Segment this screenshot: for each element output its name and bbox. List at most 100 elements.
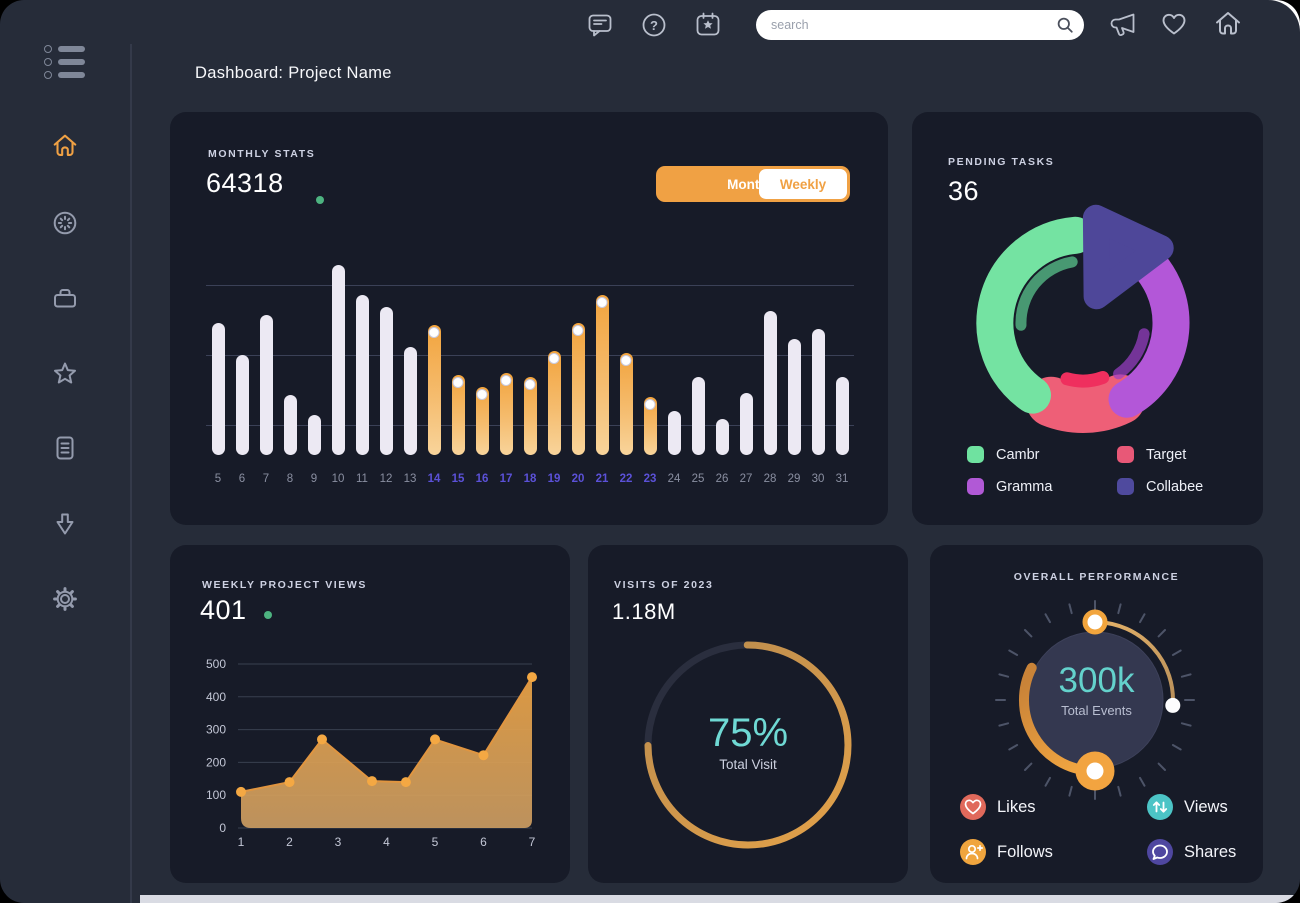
period-toggle: Monthly Weekly — [656, 166, 850, 202]
bar-slot — [758, 262, 782, 455]
bar-day-21 — [596, 295, 609, 455]
bar-dot — [429, 327, 440, 338]
legend-item: Collabee — [1117, 478, 1203, 495]
bar-day-6 — [236, 355, 249, 455]
bar-day-23 — [644, 397, 657, 455]
bar-day-30 — [812, 329, 825, 455]
legend-label: Cambr — [996, 447, 1040, 463]
legend-label: Follows — [997, 843, 1053, 862]
legend-item-shares: Shares — [1147, 839, 1236, 865]
legend-item: Gramma — [967, 478, 1052, 495]
bar-day-8 — [284, 395, 297, 455]
bar-slot — [590, 262, 614, 455]
bar-x-label: 20 — [566, 473, 590, 485]
status-dot — [264, 611, 272, 619]
menu-list-icon[interactable] — [44, 45, 85, 79]
heart-icon[interactable] — [1159, 9, 1189, 39]
status-dot — [316, 196, 324, 204]
bar-day-10 — [332, 265, 345, 455]
bar-slot — [710, 262, 734, 455]
bar-day-22 — [620, 353, 633, 455]
bar-x-label: 15 — [446, 473, 470, 485]
bar-x-label: 22 — [614, 473, 638, 485]
sidebar-item-settings[interactable] — [50, 584, 80, 614]
bar-x-label: 19 — [542, 473, 566, 485]
bar-x-label: 12 — [374, 473, 398, 485]
arrows-up-down-icon — [1147, 794, 1173, 820]
bar-x-label: 18 — [518, 473, 542, 485]
bar-day-16 — [476, 387, 489, 455]
bar-x-label: 8 — [278, 473, 302, 485]
bar-slot — [806, 262, 830, 455]
svg-text:400: 400 — [206, 690, 226, 704]
calendar-star-icon[interactable] — [693, 10, 723, 40]
bar-day-7 — [260, 315, 273, 455]
legend-label: Collabee — [1146, 479, 1203, 495]
card-label: WEEKLY PROJECT VIEWS — [202, 579, 367, 591]
svg-text:200: 200 — [206, 755, 226, 769]
bar-slot — [566, 262, 590, 455]
weekly-views-value: 401 — [200, 595, 247, 626]
bar-x-label: 29 — [782, 473, 806, 485]
bar-slot — [830, 262, 854, 455]
bottom-scroll-strip — [140, 895, 1300, 903]
search-bar — [756, 10, 1084, 40]
bar-slot — [734, 262, 758, 455]
bar-x-label: 26 — [710, 473, 734, 485]
legend-label: Shares — [1184, 843, 1236, 862]
home-icon[interactable] — [1212, 8, 1244, 40]
bar-day-19 — [548, 351, 561, 455]
bar-slot — [302, 262, 326, 455]
megaphone-icon[interactable] — [1107, 8, 1139, 40]
bar-slot — [614, 262, 638, 455]
help-icon[interactable]: ? — [639, 10, 669, 40]
bar-dot — [501, 375, 512, 386]
gauge-top-knob[interactable] — [1085, 612, 1105, 632]
bar-x-label: 28 — [758, 473, 782, 485]
chat-icon[interactable] — [585, 10, 615, 40]
bar-day-27 — [740, 393, 753, 455]
bar-x-label: 27 — [734, 473, 758, 485]
bar-day-14 — [428, 325, 441, 455]
bar-dot — [573, 325, 584, 336]
sidebar-item-home[interactable] — [50, 131, 80, 161]
bar-slot — [206, 262, 230, 455]
bar-x-label: 16 — [470, 473, 494, 485]
legend-item-views: Views — [1147, 794, 1228, 820]
card-label: MONTHLY STATS — [208, 148, 315, 160]
bar-chart — [206, 262, 854, 455]
bar-chart-x-axis: 5678910111213141516171819202122232425262… — [206, 473, 854, 485]
search-icon[interactable] — [1053, 13, 1077, 37]
bar-day-12 — [380, 307, 393, 455]
person-plus-icon — [960, 839, 986, 865]
legend-label: Views — [1184, 798, 1228, 817]
bar-x-label: 31 — [830, 473, 854, 485]
sidebar-item-star[interactable] — [50, 358, 80, 388]
bar-day-26 — [716, 419, 729, 455]
bar-slot — [326, 262, 350, 455]
sidebar-item-briefcase[interactable] — [50, 283, 80, 313]
legend-label: Gramma — [996, 479, 1052, 495]
svg-text:4: 4 — [383, 835, 390, 849]
sidebar-item-document[interactable] — [50, 433, 80, 463]
visits-percent: 75% — [588, 711, 908, 756]
bar-x-label: 24 — [662, 473, 686, 485]
svg-text:6: 6 — [480, 835, 487, 849]
bar-slot — [446, 262, 470, 455]
speech-bubble-icon — [1147, 839, 1173, 865]
bar-slot — [254, 262, 278, 455]
bar-x-label: 23 — [638, 473, 662, 485]
svg-text:300: 300 — [206, 723, 226, 737]
bar-x-label: 9 — [302, 473, 326, 485]
sidebar-item-speedometer[interactable] — [50, 208, 80, 238]
search-input[interactable] — [756, 10, 1084, 40]
sidebar-item-download[interactable] — [50, 509, 80, 539]
bar-slot — [782, 262, 806, 455]
svg-text:3: 3 — [335, 835, 342, 849]
bar-day-31 — [836, 377, 849, 455]
bar-slot — [230, 262, 254, 455]
toggle-weekly-button[interactable]: Weekly — [759, 169, 847, 199]
bar-slot — [686, 262, 710, 455]
legend-chip — [967, 478, 984, 495]
bar-day-15 — [452, 375, 465, 455]
